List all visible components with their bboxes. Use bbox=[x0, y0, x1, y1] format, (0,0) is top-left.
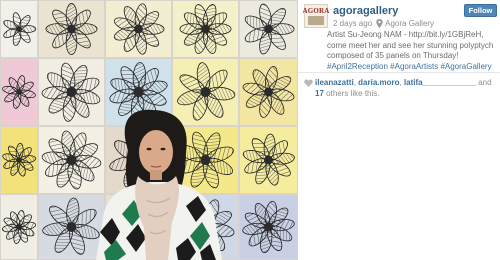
flower-center bbox=[264, 155, 273, 165]
likes-and-text: and bbox=[478, 78, 492, 87]
flower-drawing bbox=[45, 3, 98, 55]
liker-link[interactable]: daria.moro bbox=[358, 78, 399, 87]
divider bbox=[298, 72, 500, 73]
likes-count-link[interactable]: 17 bbox=[315, 89, 324, 98]
likes-suffix: others like this. bbox=[326, 88, 380, 98]
hashtag-link[interactable]: #AgoraArtists bbox=[390, 62, 438, 71]
post-details-panel: AGORA agoragallery 2 days ago Agora Gall… bbox=[298, 0, 500, 260]
avatar-logo-text: AGORA bbox=[302, 6, 330, 15]
username-link[interactable]: agoragallery bbox=[333, 5, 398, 17]
post-header: AGORA agoragallery 2 days ago Agora Gall… bbox=[302, 3, 498, 29]
flower-center bbox=[67, 24, 76, 34]
likes-summary: ileanazatti, daria.moro, latifa_________… bbox=[304, 78, 496, 99]
liker-link[interactable]: latifa____________ bbox=[404, 78, 476, 87]
follow-button[interactable]: Follow bbox=[464, 4, 497, 17]
comments-area bbox=[298, 104, 500, 260]
flower-center bbox=[66, 222, 77, 232]
flower-center bbox=[66, 86, 77, 98]
post-time[interactable]: 2 days ago bbox=[333, 19, 372, 28]
avatar[interactable]: AGORA bbox=[302, 4, 330, 28]
post-meta: 2 days ago Agora Gallery bbox=[333, 19, 434, 28]
heart-icon bbox=[304, 79, 313, 87]
flower-center bbox=[66, 154, 77, 166]
post-caption: Artist Su-Jeong NAM - http://bit.ly/1GBj… bbox=[327, 30, 497, 72]
hashtag-link[interactable]: #April2Reception bbox=[327, 62, 388, 71]
flower-center bbox=[16, 26, 22, 32]
location-pin-icon bbox=[376, 19, 383, 28]
photo-artwork bbox=[1, 1, 297, 260]
flower-center bbox=[201, 24, 210, 34]
flower-center bbox=[16, 157, 22, 163]
flower-center bbox=[16, 89, 22, 95]
hashtag-link[interactable]: #AgoraGallery bbox=[440, 62, 491, 71]
post-photo[interactable] bbox=[0, 0, 298, 260]
flower-center bbox=[264, 222, 273, 232]
post-location[interactable]: Agora Gallery bbox=[385, 19, 434, 28]
flower-center bbox=[264, 87, 273, 97]
flower-center bbox=[133, 86, 144, 98]
caption-text: Artist Su-Jeong NAM - http://bit.ly/1GBj… bbox=[327, 30, 494, 60]
flower-center bbox=[16, 224, 22, 230]
flower-center bbox=[200, 154, 211, 166]
flower-center bbox=[264, 24, 273, 34]
flower-center bbox=[134, 24, 143, 34]
avatar-image bbox=[308, 15, 324, 25]
flower-center bbox=[200, 86, 211, 98]
liker-link[interactable]: ileanazatti bbox=[315, 78, 354, 87]
